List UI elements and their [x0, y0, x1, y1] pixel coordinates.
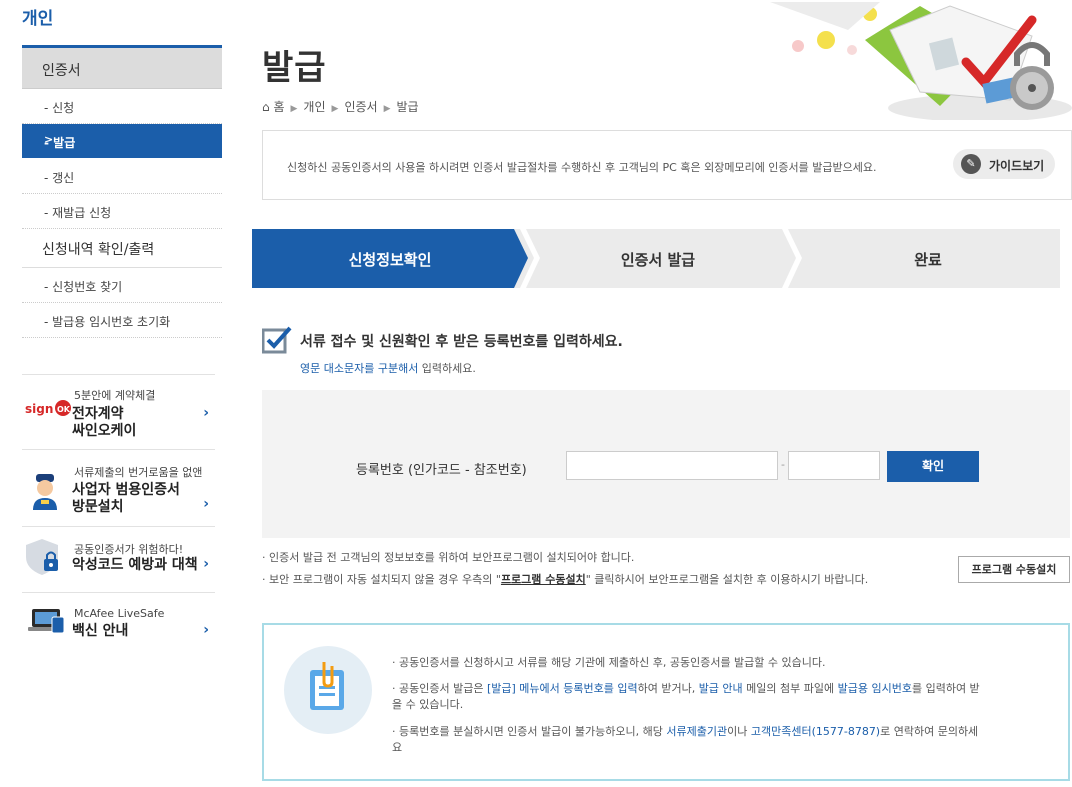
- promo-title: 사업자 범용인증서: [72, 482, 180, 498]
- manual-install-button[interactable]: 프로그램 수동설치: [958, 556, 1070, 583]
- sidebar-item-renew[interactable]: - 갱신: [22, 159, 222, 194]
- shield-lock-icon: [26, 539, 58, 575]
- instruction-heading: 서류 접수 및 신원확인 후 받은 등록번호를 입력하세요.: [300, 334, 623, 350]
- sidebar-item-label: - 발급용 임시번호 초기화: [44, 315, 171, 329]
- edit-icon: ✎: [961, 154, 981, 174]
- step-3-label: 완료: [914, 251, 942, 269]
- sidebar-group-certificate[interactable]: 인증서: [22, 48, 222, 89]
- instruction-note-rest: 입력하세요.: [418, 362, 476, 375]
- guidance-line-3: · 등록번호를 분실하시면 인증서 발급이 불가능하오니, 해당 서류제출기관이…: [392, 725, 979, 754]
- guidance-box: · 공동인증서를 신청하시고 서류를 해당 기관에 제출하신 후, 공동인증서를…: [262, 623, 1070, 781]
- promo-caption: McAfee LiveSafe: [74, 607, 165, 620]
- breadcrumb-issue: 발급: [396, 100, 419, 114]
- info-box: 신청하신 공동인증서의 사용을 하시려면 인증서 발급절차를 수행하신 후 고객…: [262, 130, 1072, 200]
- sidebar-item-reissue[interactable]: - 재발급 신청: [22, 194, 222, 229]
- notice-line-2: · 보안 프로그램이 자동 설치되지 않을 경우 우측의 "프로그램 수동설치"…: [262, 571, 868, 587]
- promo-title-2: 싸인오케이: [72, 423, 137, 439]
- chevron-right-icon: >: [44, 133, 54, 146]
- sidebar-item-label: - 신청: [44, 101, 75, 115]
- promo-title: 악성코드 예방과 대책: [72, 557, 198, 573]
- promo-caption: 5분안에 계약체결: [74, 389, 156, 402]
- info-text: 신청하신 공동인증서의 사용을 하시려면 인증서 발급절차를 수행하신 후 고객…: [287, 161, 877, 174]
- promo-caption: 서류제출의 번거로움을 없앤: [74, 466, 203, 479]
- notice-emphasis: 프로그램 수동설치: [500, 573, 586, 586]
- sidebar-item-issue[interactable]: - 발급 >: [22, 124, 222, 158]
- svg-text:sign: sign: [25, 402, 53, 416]
- sidebar-group-label: 신청내역 확인/출력: [42, 242, 155, 258]
- page-title: 발급: [262, 48, 327, 88]
- sidebar-item-apply[interactable]: - 신청: [22, 89, 222, 124]
- guide-button[interactable]: ✎ 가이드보기: [953, 149, 1055, 179]
- instruction-note-highlight: 영문 대소문자를 구분해서: [300, 362, 419, 375]
- auth-code-input[interactable]: [566, 451, 778, 480]
- promo-econtract[interactable]: sign OK 5분안에 계약체결 전자계약 싸인오케이 ›: [22, 374, 215, 449]
- chevron-right-icon: ›: [203, 496, 209, 512]
- guidance-line-1: · 공동인증서를 신청하시고 서류를 해당 기관에 제출하신 후, 공동인증서를…: [392, 656, 826, 669]
- section-title: 개인: [22, 9, 54, 29]
- signok-logo-icon: sign OK: [25, 400, 71, 416]
- person-icon: [33, 474, 57, 510]
- promo-vaccine[interactable]: McAfee LiveSafe 백신 안내 ›: [22, 592, 215, 653]
- promo-title-2: 방문설치: [72, 499, 124, 515]
- document-clip-icon: [284, 646, 372, 734]
- checkbox-check-icon: [262, 326, 292, 354]
- registration-number-label: 등록번호 (인가코드 - 참조번호): [356, 463, 527, 478]
- sidebar-item-label: - 재발급 신청: [44, 206, 112, 220]
- breadcrumb: ⌂ 홈 ▶ 개인 ▶ 인증서 ▶ 발급: [262, 100, 419, 114]
- chevron-right-icon: ›: [203, 556, 209, 572]
- sidebar-item-label: - 갱신: [44, 171, 75, 185]
- svg-text:OK: OK: [57, 405, 71, 414]
- promo-malware[interactable]: 공동인증서가 위험하다! 악성코드 예방과 대책 ›: [22, 526, 215, 593]
- notice-text: · 보안 프로그램이 자동 설치되지 않을 경우 우측의 ": [262, 573, 501, 586]
- promo-caption: 공동인증서가 위험하다!: [74, 543, 184, 556]
- step-2-label: 인증서 발급: [620, 251, 696, 269]
- breadcrumb-certificate[interactable]: 인증서: [344, 100, 377, 114]
- sidebar-item-label: - 신청번호 찾기: [44, 280, 123, 294]
- promo-business-cert[interactable]: 서류제출의 번거로움을 없앤 사업자 범용인증서 방문설치 ›: [22, 449, 215, 526]
- reference-number-input[interactable]: [788, 451, 880, 480]
- guide-button-label: 가이드보기: [989, 159, 1045, 173]
- sidebar-item-find-number[interactable]: - 신청번호 찾기: [22, 268, 222, 303]
- chevron-right-icon: ›: [203, 622, 209, 638]
- separator-dash: -: [781, 458, 785, 471]
- guidance-line-2: · 공동인증서 발급은 [발급] 메뉴에서 등록번호를 입력하여 받거나, 발급…: [392, 682, 980, 711]
- home-icon[interactable]: ⌂: [262, 100, 270, 114]
- step-indicator: 신청정보확인 인증서 발급 완료: [252, 229, 1060, 288]
- sidebar-group-label: 인증서: [42, 63, 81, 79]
- laptop-icon: [28, 609, 65, 634]
- confirm-button[interactable]: 확인: [887, 451, 979, 482]
- sidebar-item-reset-temp-number[interactable]: - 발급용 임시번호 초기화: [22, 303, 222, 338]
- notice-text: " 클릭하시어 보안프로그램을 설치한 후 이용하시기 바랍니다.: [585, 573, 869, 586]
- notice-line-1: · 인증서 발급 전 고객님의 정보보호를 위하여 보안프로그램이 설치되어야 …: [262, 551, 635, 564]
- breadcrumb-home[interactable]: 홈: [273, 100, 284, 114]
- promo-title: 백신 안내: [72, 623, 129, 639]
- promo-title: 전자계약: [72, 406, 124, 422]
- instruction-note: 영문 대소문자를 구분해서 입력하세요.: [300, 360, 476, 376]
- step-1-label: 신청정보확인: [348, 251, 432, 269]
- registration-form: 등록번호 (인가코드 - 참조번호) - 확인: [262, 390, 1070, 538]
- chevron-right-icon: ›: [203, 405, 209, 421]
- sidebar-group-history[interactable]: 신청내역 확인/출력: [22, 229, 222, 268]
- certificate-lock-illustration: [770, 2, 1072, 120]
- breadcrumb-personal[interactable]: 개인: [303, 100, 325, 114]
